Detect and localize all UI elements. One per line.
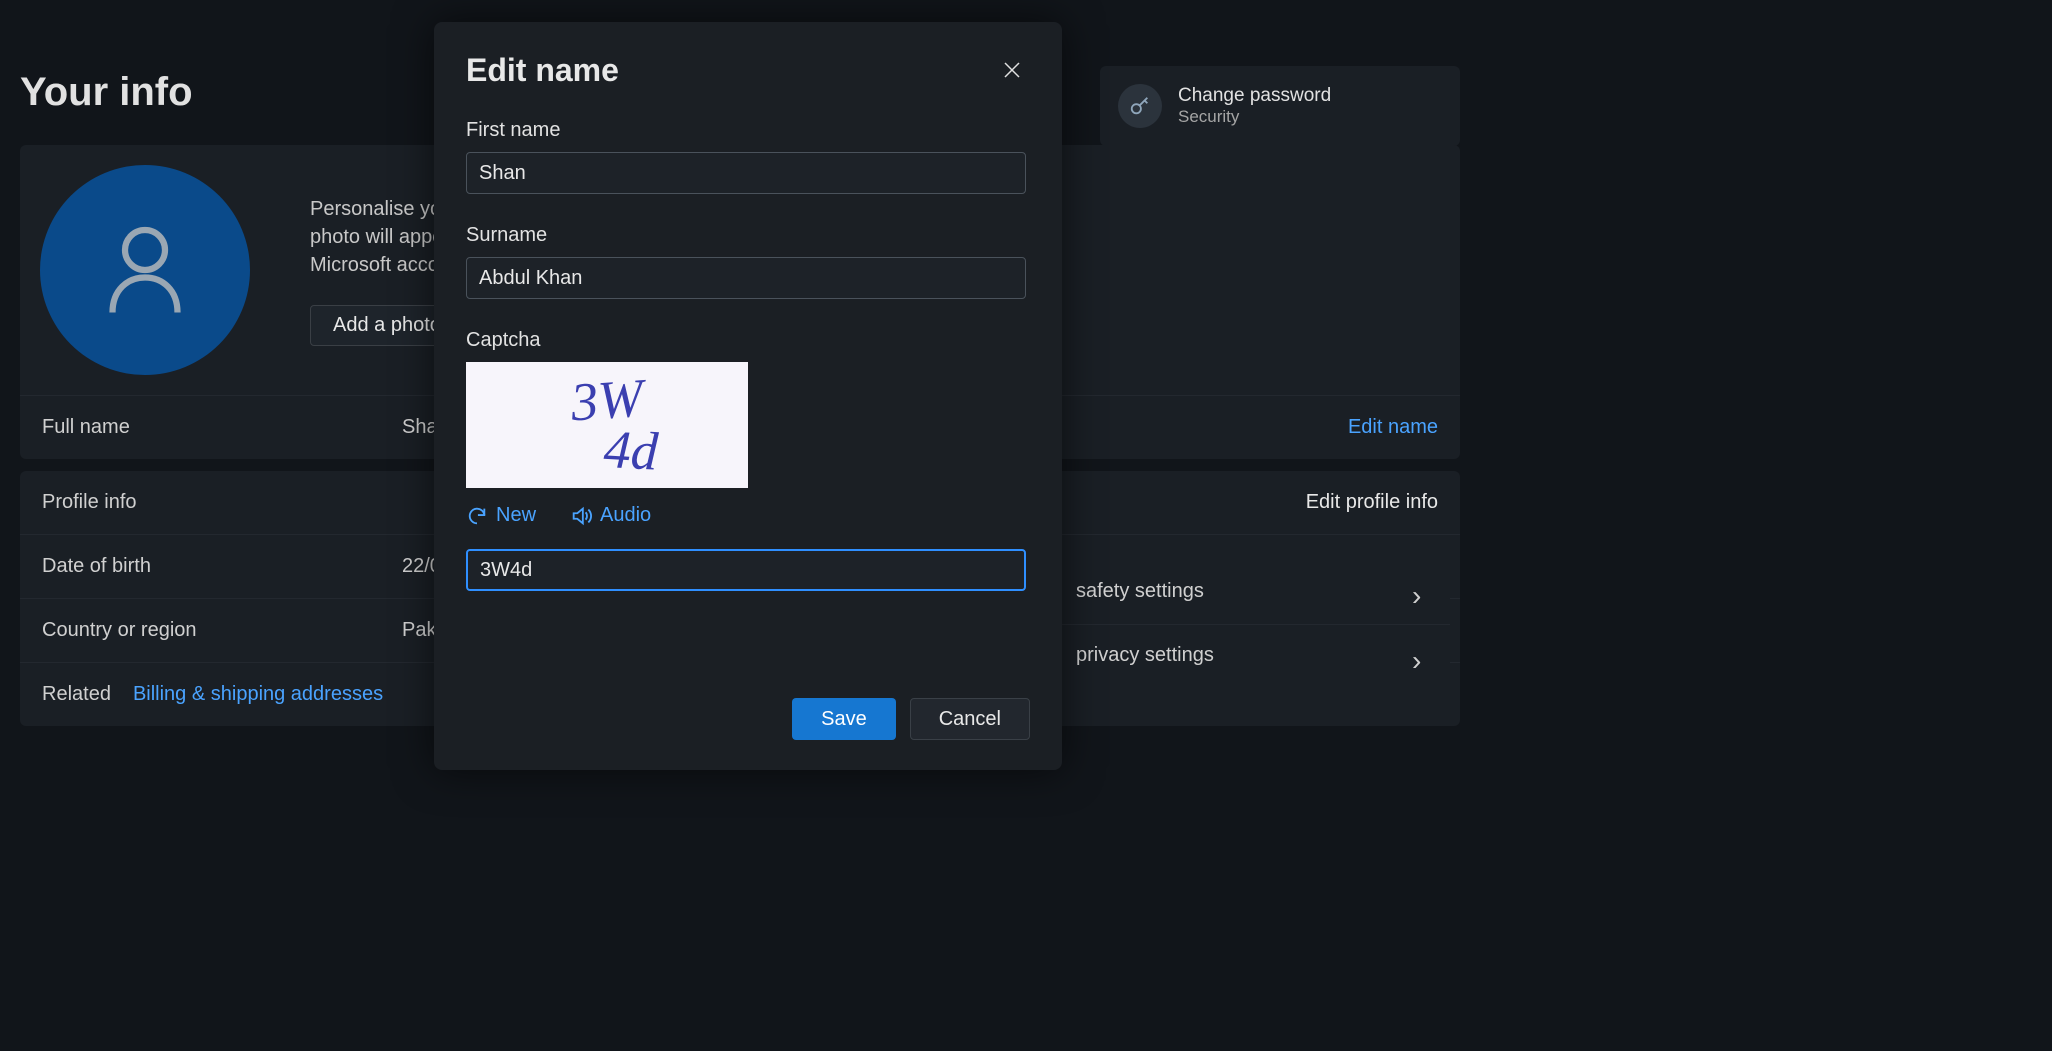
captcha-label: Captcha (466, 329, 1030, 352)
close-button[interactable] (994, 52, 1030, 88)
edit-name-modal: Edit name First name Surname Captcha 3W … (434, 22, 1062, 770)
captcha-input[interactable] (466, 549, 1026, 591)
first-name-input[interactable] (466, 152, 1026, 194)
close-icon (1002, 60, 1022, 80)
cancel-button[interactable]: Cancel (910, 698, 1030, 740)
surname-input[interactable] (466, 257, 1026, 299)
captcha-new-button[interactable]: New (466, 504, 536, 527)
captcha-audio-button[interactable]: Audio (570, 504, 651, 527)
captcha-audio-label: Audio (600, 504, 651, 527)
captcha-text-bottom: 4d (594, 424, 668, 476)
captcha-new-label: New (496, 504, 536, 527)
surname-label: Surname (466, 224, 1030, 247)
speaker-icon (570, 505, 592, 527)
refresh-icon (466, 505, 488, 527)
save-button[interactable]: Save (792, 698, 896, 740)
first-name-label: First name (466, 119, 1030, 142)
modal-title: Edit name (466, 52, 619, 89)
captcha-image: 3W 4d (466, 362, 748, 488)
modal-overlay: Edit name First name Surname Captcha 3W … (0, 0, 2052, 1051)
